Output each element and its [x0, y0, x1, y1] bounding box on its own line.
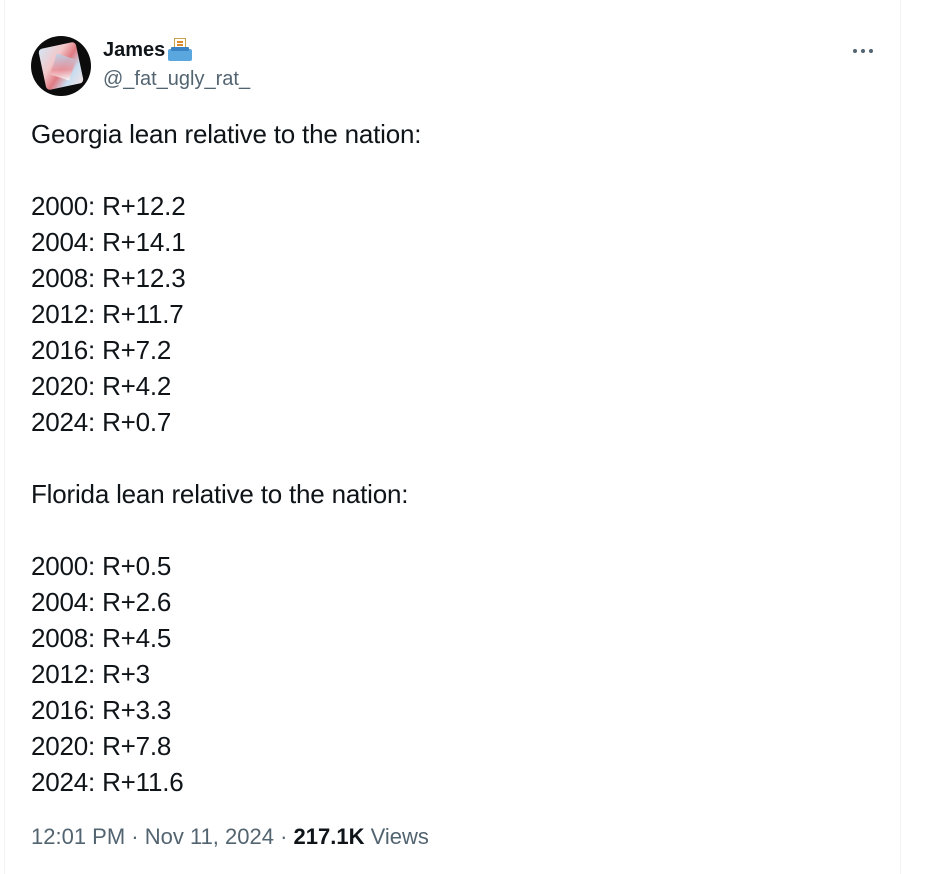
views-count[interactable]: 217.1K [294, 824, 365, 850]
more-options-icon [853, 49, 873, 53]
georgia-line: 2000: R+12.2 [31, 191, 186, 221]
georgia-line: 2020: R+4.2 [31, 371, 172, 401]
florida-line: 2024: R+11.6 [31, 767, 184, 797]
meta-separator: · [125, 824, 145, 849]
florida-line: 2008: R+4.5 [31, 623, 172, 653]
post-date[interactable]: Nov 11, 2024 [145, 824, 274, 850]
more-options-button[interactable] [843, 36, 883, 66]
georgia-line: 2024: R+0.7 [31, 407, 172, 437]
meta-separator: · [273, 824, 294, 849]
author-handle[interactable]: @_fat_ugly_rat_ [103, 68, 250, 91]
views-label: Views [364, 824, 429, 849]
tweet-text: Georgia lean relative to the nation: 200… [31, 116, 871, 800]
avatar[interactable] [31, 36, 91, 96]
post-time[interactable]: 12:01 PM [31, 824, 125, 850]
display-name[interactable]: James [103, 39, 165, 62]
ballot-box-icon [167, 38, 193, 62]
florida-line: 2020: R+7.8 [31, 731, 172, 761]
tweet-meta: 12:01 PM · Nov 11, 2024 · 217.1K Views [31, 824, 429, 850]
florida-line: 2012: R+3 [31, 659, 150, 689]
florida-line: 2000: R+0.5 [31, 551, 172, 581]
author-name-row: James [103, 37, 193, 63]
florida-line: 2004: R+2.6 [31, 587, 172, 617]
tweet-card: James @_fat_ugly_rat_ Georgia lean relat… [4, 0, 901, 874]
georgia-intro: Georgia lean relative to the nation: [31, 119, 422, 149]
georgia-line: 2012: R+11.7 [31, 299, 184, 329]
georgia-line: 2016: R+7.2 [31, 335, 172, 365]
georgia-line: 2008: R+12.3 [31, 263, 186, 293]
florida-intro: Florida lean relative to the nation: [31, 479, 409, 509]
florida-line: 2016: R+3.3 [31, 695, 172, 725]
georgia-line: 2004: R+14.1 [31, 227, 186, 257]
